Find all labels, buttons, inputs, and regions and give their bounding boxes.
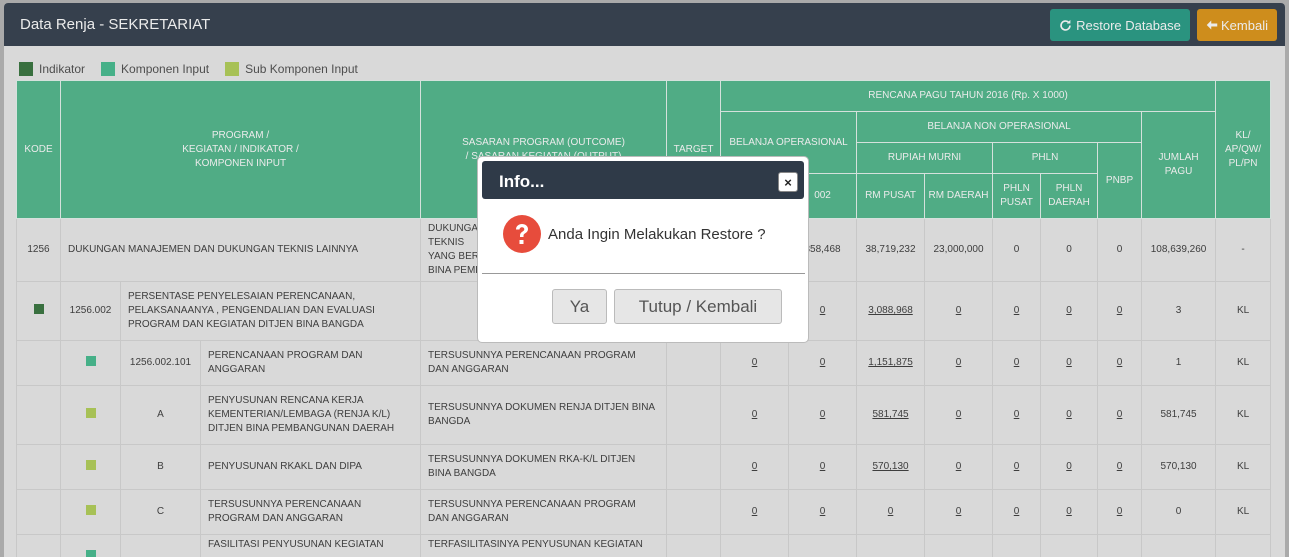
dialog-header: Info... × (482, 161, 804, 199)
question-icon (503, 215, 541, 253)
dialog-title: Info... (499, 172, 545, 191)
dialog-divider (482, 273, 805, 274)
close-icon[interactable]: × (778, 172, 798, 192)
ya-button[interactable]: Ya (552, 289, 607, 324)
restore-confirm-dialog: Info... × Anda Ingin Melakukan Restore ?… (477, 156, 809, 343)
dialog-message: Anda Ingin Melakukan Restore ? (548, 226, 766, 243)
tutup-kembali-button[interactable]: Tutup / Kembali (614, 289, 782, 324)
